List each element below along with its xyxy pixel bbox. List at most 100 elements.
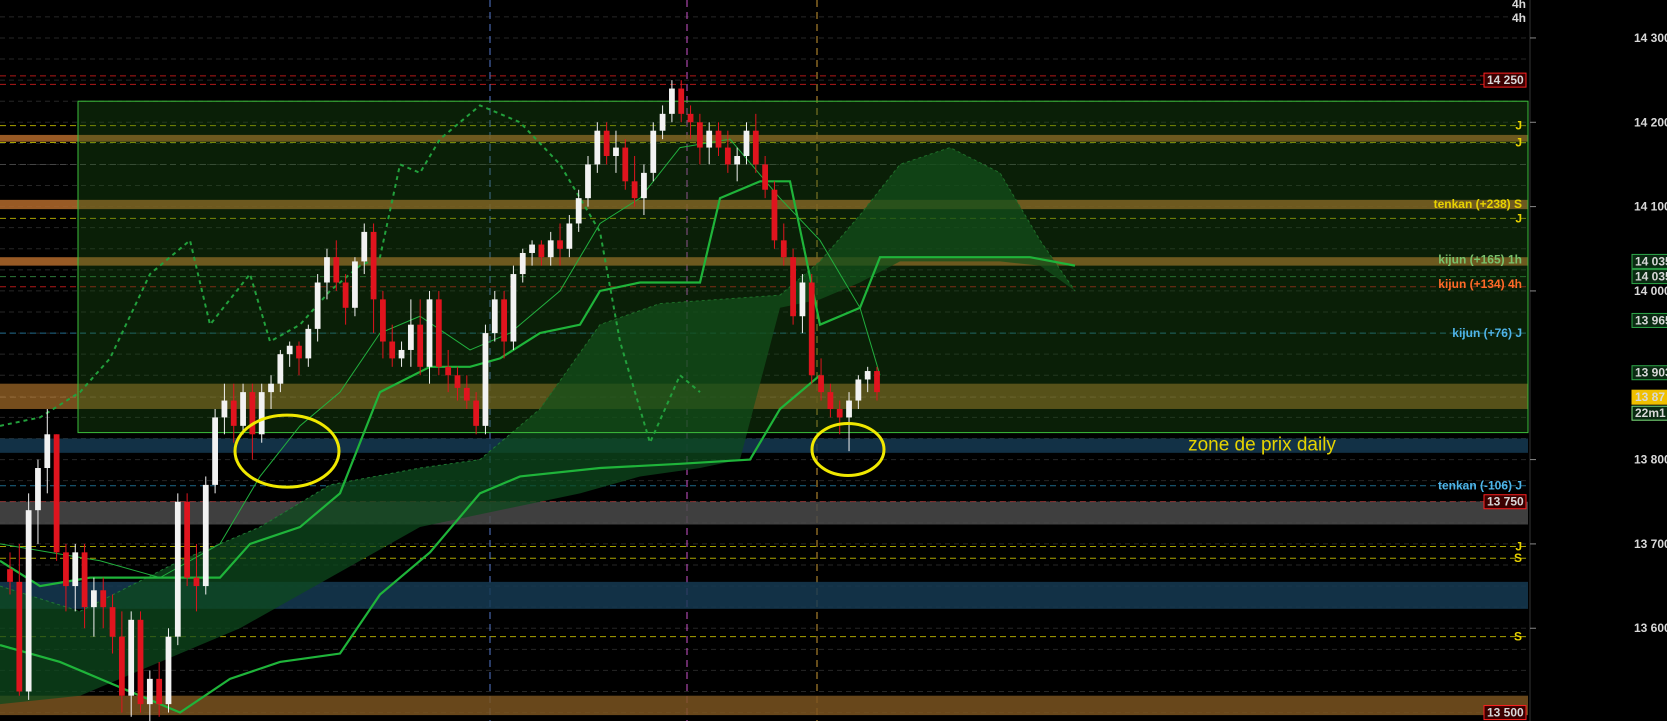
candle-body[interactable] [146, 678, 153, 705]
candle-body[interactable] [706, 130, 713, 148]
candle-body[interactable] [547, 240, 554, 258]
candle-body[interactable] [566, 223, 573, 249]
candle-body[interactable] [314, 282, 321, 329]
candle-body[interactable] [594, 130, 601, 165]
price-tag-label[interactable]: 22m1 [1635, 406, 1666, 420]
candle-body[interactable] [16, 581, 23, 692]
candle-body[interactable] [25, 510, 32, 692]
candle-body[interactable] [529, 244, 535, 253]
candle-body[interactable] [463, 387, 470, 401]
candle-body[interactable] [603, 130, 610, 157]
candle-body[interactable] [35, 468, 41, 511]
candle-body[interactable] [426, 299, 433, 367]
candle-body[interactable] [156, 678, 163, 705]
candle-body[interactable] [7, 569, 13, 582]
candle-body[interactable] [501, 299, 507, 342]
candle-body[interactable] [771, 189, 778, 241]
candle-body[interactable] [678, 88, 685, 114]
candle-body[interactable] [510, 274, 517, 342]
candle-body[interactable] [128, 619, 135, 696]
candle-body[interactable] [305, 328, 312, 359]
candle-body[interactable] [454, 375, 461, 388]
candle-body[interactable] [286, 345, 293, 355]
candle-body[interactable] [435, 299, 442, 367]
candle-body[interactable] [109, 607, 116, 637]
price-tag-label[interactable]: 14 250 [1487, 73, 1524, 87]
candle-body[interactable] [417, 324, 424, 367]
candle-body[interactable] [613, 147, 619, 157]
candle-body[interactable] [631, 181, 638, 199]
candle-body[interactable] [734, 156, 741, 165]
candle-body[interactable] [342, 282, 349, 308]
candlestick-chart[interactable]: zone de prix daily tenkan (+238) S kijun … [0, 0, 1667, 721]
candle-body[interactable] [687, 113, 694, 123]
candle-body[interactable] [165, 636, 172, 705]
candle-body[interactable] [100, 590, 107, 608]
price-tag-label[interactable]: 14 035 [1635, 270, 1667, 284]
candle-body[interactable] [743, 130, 750, 157]
candle-body[interactable] [641, 172, 647, 199]
candle-body[interactable] [519, 252, 526, 275]
candle-body[interactable] [538, 244, 545, 258]
candle-body[interactable] [650, 130, 657, 173]
candle-body[interactable] [762, 164, 769, 190]
candle-body[interactable] [874, 371, 880, 393]
candle-body[interactable] [174, 501, 181, 637]
price-tag-label[interactable]: 13 500 [1487, 706, 1524, 720]
candle-body[interactable] [622, 147, 629, 182]
candle-body[interactable] [63, 552, 69, 587]
candle-body[interactable] [212, 417, 218, 485]
price-tag-label[interactable]: 13 750 [1487, 495, 1524, 509]
candle-body[interactable] [715, 130, 722, 148]
candle-body[interactable] [333, 257, 340, 283]
candle-body[interactable] [352, 261, 358, 308]
candle-body[interactable] [193, 577, 200, 587]
candle-body[interactable] [324, 257, 330, 283]
price-tag-label[interactable]: 13 903 [1635, 366, 1667, 380]
candle-body[interactable] [752, 130, 759, 165]
candle-body[interactable] [557, 240, 563, 249]
candle-body[interactable] [585, 164, 591, 199]
candle-body[interactable] [669, 88, 675, 114]
price-tag-label[interactable]: 13 87 [1635, 390, 1665, 404]
candle-body[interactable] [268, 383, 274, 393]
candle-body[interactable] [118, 636, 125, 696]
candle-body[interactable] [846, 400, 852, 418]
candle-body[interactable] [407, 324, 414, 350]
candle-body[interactable] [277, 354, 284, 384]
candle-body[interactable] [575, 198, 582, 224]
candle-body[interactable] [81, 552, 88, 608]
candle-body[interactable] [53, 434, 60, 553]
candle-body[interactable] [184, 501, 191, 578]
trading-chart[interactable]: zone de prix daily tenkan (+238) S kijun … [0, 0, 1667, 721]
candle-body[interactable] [445, 366, 452, 376]
candle-body[interactable] [296, 345, 302, 359]
price-tag-label[interactable]: 14 035 [1635, 254, 1667, 268]
candle-body[interactable] [258, 392, 265, 435]
candle-body[interactable] [361, 231, 368, 262]
candle-body[interactable] [836, 408, 843, 418]
candle-body[interactable] [202, 484, 209, 587]
candle-body[interactable] [482, 333, 489, 426]
candle-body[interactable] [137, 619, 144, 705]
candle-body[interactable] [790, 257, 796, 317]
candle-body[interactable] [864, 371, 871, 380]
candle-body[interactable] [249, 392, 256, 435]
candle-body[interactable] [659, 113, 666, 131]
candle-body[interactable] [389, 341, 396, 359]
candle-body[interactable] [72, 552, 79, 587]
price-tag-label[interactable]: 13 965 [1635, 313, 1667, 327]
candle-body[interactable] [696, 122, 703, 148]
candle-body[interactable] [818, 375, 824, 393]
candle-body[interactable] [380, 299, 386, 342]
candle-body[interactable] [398, 349, 405, 359]
candle-body[interactable] [827, 392, 834, 409]
candle-body[interactable] [230, 400, 237, 426]
candle-body[interactable] [491, 299, 498, 334]
candle-body[interactable] [724, 147, 731, 165]
candle-body[interactable] [473, 400, 480, 426]
candle-body[interactable] [855, 379, 862, 401]
candle-body[interactable] [808, 282, 815, 376]
candle-body[interactable] [44, 434, 51, 469]
candle-body[interactable] [799, 282, 806, 317]
